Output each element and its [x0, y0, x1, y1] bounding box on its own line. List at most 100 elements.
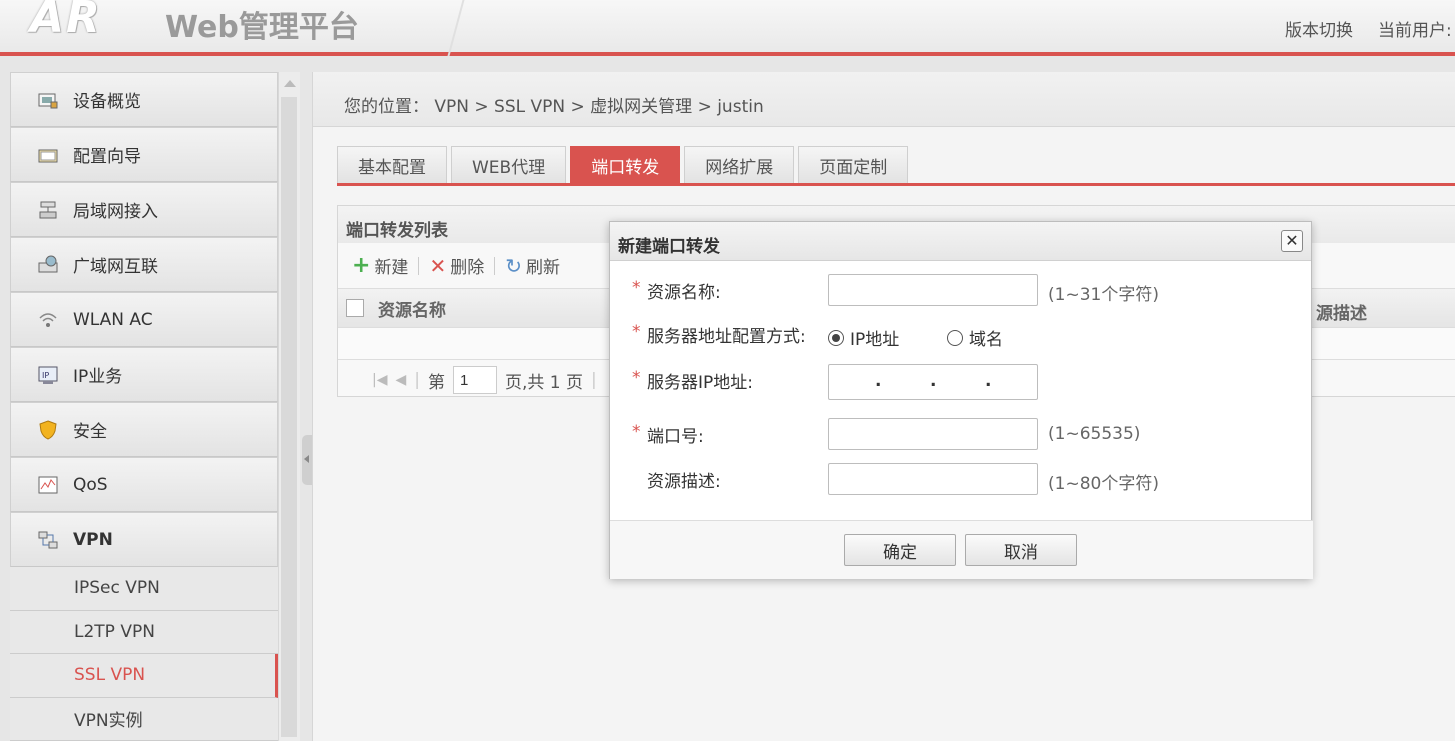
refresh-icon: ↻: [505, 253, 522, 278]
toolbar-divider: [418, 256, 420, 275]
qos-icon: [37, 475, 59, 495]
resource-name-hint: (1~31个字符): [1048, 285, 1159, 305]
resource-name-label: 资源名称:: [647, 283, 721, 303]
server-ip-input[interactable]: . . .: [828, 364, 1038, 400]
refresh-button-label: 刷新: [525, 258, 560, 278]
new-button[interactable]: + 新建: [346, 253, 414, 278]
radio-domain[interactable]: 域名: [947, 325, 1003, 350]
sidebar-item-label: IP业务: [73, 367, 123, 387]
address-mode-label: 服务器地址配置方式:: [647, 327, 806, 347]
pager-divider: |: [414, 370, 420, 390]
device-overview-icon: [37, 90, 59, 110]
tab-network-extension[interactable]: 网络扩展: [684, 146, 795, 184]
confirm-button[interactable]: 确定: [844, 534, 956, 566]
required-marker: *: [632, 322, 641, 342]
column-resource-desc[interactable]: 源描述: [1316, 299, 1367, 324]
sidebar: 设备概览 配置向导 局域网接入 广域网互联 WLAN AC IP IP业务 安全…: [10, 72, 278, 741]
sidebar-item-label: 设备概览: [73, 92, 141, 112]
lan-icon: [37, 200, 59, 220]
server-ip-label: 服务器IP地址:: [647, 373, 753, 393]
new-port-forward-dialog: 新建端口转发 ✕ * 资源名称: (1~31个字符) * 服务器地址配置方式: …: [609, 221, 1313, 579]
breadcrumb: 您的位置： VPN > SSL VPN > 虚拟网关管理 > justin: [313, 72, 1455, 127]
sidebar-subitem-l2tp-vpn[interactable]: L2TP VPN: [10, 610, 278, 654]
radio-domain-label: 域名: [969, 330, 1003, 350]
sidebar-item-config-wizard[interactable]: 配置向导: [10, 127, 278, 182]
version-switch-link[interactable]: 版本切换: [1285, 16, 1353, 41]
sidebar-item-label: 局域网接入: [73, 202, 158, 222]
resource-desc-input[interactable]: [828, 463, 1038, 495]
sidebar-collapse-handle[interactable]: [302, 435, 312, 485]
column-resource-name[interactable]: 资源名称: [378, 296, 446, 321]
ip-separator: .: [930, 371, 937, 391]
pager-divider: |: [591, 370, 597, 390]
delete-button[interactable]: ✕ 删除: [423, 253, 490, 279]
port-label: 端口号:: [647, 427, 704, 447]
tab-port-forwarding[interactable]: 端口转发: [570, 146, 681, 184]
radio-unselected-icon: [947, 329, 963, 346]
required-marker: *: [632, 368, 641, 388]
tab-basic-config[interactable]: 基本配置: [337, 146, 447, 184]
port-input[interactable]: [828, 418, 1038, 450]
new-button-label: 新建: [374, 258, 409, 278]
sidebar-subitem-vpn-instance[interactable]: VPN实例: [10, 697, 278, 741]
scroll-up-arrow-icon[interactable]: [284, 80, 296, 87]
ip-service-icon: IP: [37, 365, 59, 385]
sidebar-item-label: WLAN AC: [73, 309, 153, 330]
ip-separator: .: [985, 371, 992, 391]
radio-ip-label: IP地址: [850, 330, 900, 350]
sidebar-item-label: 广域网互联: [73, 257, 158, 277]
sidebar-subitem-ipsec-vpn[interactable]: IPSec VPN: [10, 567, 278, 611]
svg-text:IP: IP: [42, 371, 49, 380]
radio-selected-icon: [828, 329, 844, 346]
sidebar-item-label: 安全: [73, 422, 107, 442]
required-marker: *: [632, 278, 641, 298]
delete-x-icon: ✕: [429, 253, 447, 278]
sidebar-item-wan[interactable]: 广域网互联: [10, 237, 278, 292]
platform-title: Web管理平台: [165, 10, 359, 45]
tab-page-customization[interactable]: 页面定制: [798, 146, 909, 184]
sidebar-item-wlan-ac[interactable]: WLAN AC: [10, 292, 278, 347]
resource-name-input[interactable]: [828, 274, 1038, 306]
page-number-input[interactable]: [453, 366, 497, 394]
close-icon[interactable]: ✕: [1281, 230, 1303, 252]
delete-button-label: 删除: [450, 258, 485, 278]
wlan-icon: [37, 310, 59, 330]
plus-icon: +: [352, 252, 371, 278]
prev-page-icon[interactable]: ◀: [395, 372, 406, 388]
sidebar-item-qos[interactable]: QoS: [10, 457, 278, 512]
radio-ip-address[interactable]: IP地址: [828, 325, 899, 350]
tab-web-proxy[interactable]: WEB代理: [451, 146, 567, 184]
first-page-icon[interactable]: |◀: [372, 372, 387, 388]
sidebar-subitem-ssl-vpn[interactable]: SSL VPN: [10, 654, 278, 698]
config-wizard-icon: [37, 145, 59, 165]
sidebar-item-ip-service[interactable]: IP IP业务: [10, 347, 278, 402]
shield-icon: [37, 419, 59, 440]
cancel-button[interactable]: 取消: [965, 534, 1077, 566]
dialog-title: 新建端口转发: [618, 237, 720, 257]
refresh-button[interactable]: ↻ 刷新: [499, 253, 566, 279]
select-all-checkbox[interactable]: [346, 299, 364, 317]
tab-bar: 基本配置 WEB代理 端口转发 网络扩展 页面定制: [337, 146, 909, 184]
current-user-label: 当前用户:: [1378, 21, 1452, 41]
resource-desc-label: 资源描述:: [647, 472, 721, 492]
toolbar-divider: [494, 256, 496, 275]
sidebar-item-security[interactable]: 安全: [10, 402, 278, 457]
top-header: AR Web管理平台 版本切换 当前用户:: [0, 0, 1455, 56]
dialog-title-bar: 新建端口转发 ✕: [610, 222, 1311, 261]
sidebar-scrollbar[interactable]: [278, 72, 300, 741]
wan-icon: [37, 255, 59, 275]
pager-suffix: 页,共 1 页: [505, 372, 584, 393]
sidebar-item-lan[interactable]: 局域网接入: [10, 182, 278, 237]
sidebar-item-label: VPN: [73, 529, 113, 550]
brand-logo: AR: [30, 0, 102, 43]
scroll-thumb[interactable]: [281, 97, 297, 737]
sidebar-item-vpn[interactable]: VPN: [10, 512, 278, 567]
sidebar-item-device-overview[interactable]: 设备概览: [10, 72, 278, 127]
ip-separator: .: [875, 371, 882, 391]
pager-prefix: 第: [428, 372, 445, 393]
vpn-icon: [37, 530, 59, 550]
tab-underline: [337, 183, 1455, 186]
header-decoration: [447, 0, 465, 56]
sidebar-item-label: 配置向导: [73, 147, 141, 167]
sidebar-item-label: QoS: [73, 474, 108, 495]
